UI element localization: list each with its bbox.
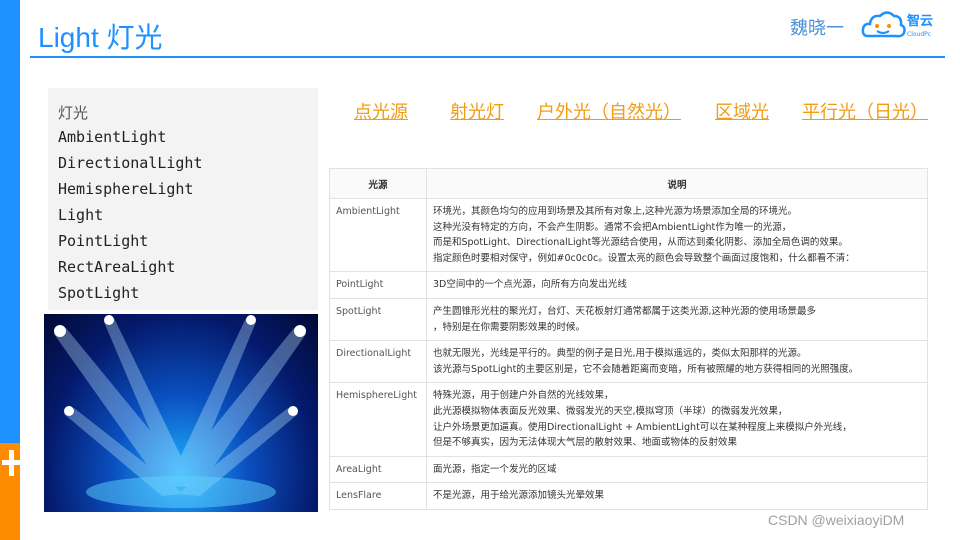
light-types-heading: 灯光 bbox=[58, 104, 89, 122]
description-line: 产生圆锥形光柱的聚光灯，台灯、天花板射灯通常都属于这类光源,这种光源的使用场景最… bbox=[433, 305, 817, 317]
table-row: HemisphereLight 特殊光源，用于创建户外自然的光线效果， 此光源模… bbox=[329, 382, 928, 457]
description-line: 指定颜色时要相对保守，例如#0c0c0c。设置太亮的颜色会导致整个画面过度饱和，… bbox=[433, 252, 855, 264]
menu-item-light: Light bbox=[58, 206, 104, 224]
description-line: 让户外场景更加逼真。使用DirectionalLight + AmbientLi… bbox=[433, 421, 852, 433]
menu-item-hemispherelight: HemisphereLight bbox=[58, 180, 194, 198]
description-line: 也就无限光，光线是平行的。典型的例子是日光,用于模拟遥远的，类似太阳那样的光源。 bbox=[433, 348, 807, 360]
description-line: 特殊光源，用于创建户外自然的光线效果， bbox=[433, 390, 614, 402]
light-name: LensFlare bbox=[329, 482, 427, 510]
nav-link-area-light[interactable]: 区域光 bbox=[715, 98, 769, 124]
description-line: 而是和SpotLight、DirectionalLight等光源结合使用，从而达… bbox=[433, 237, 848, 249]
cloud-logo-icon: 智云 CloudPc bbox=[861, 11, 933, 38]
light-name: AreaLight bbox=[329, 455, 427, 484]
menu-item-spotlight: SpotLight bbox=[58, 284, 140, 302]
watermark: CSDN @weixiaoyiDM bbox=[768, 512, 905, 528]
description-line: 3D空间中的一个点光源，向所有方向发出光线 bbox=[433, 279, 627, 291]
nav-link-outdoor-light[interactable]: 户外光（自然光） bbox=[537, 98, 681, 124]
description-line: 这种光没有特定的方向，不会产生阴影。通常不会把AmbientLight作为唯一的… bbox=[433, 221, 792, 233]
menu-item-pointlight: PointLight bbox=[58, 232, 149, 250]
table-row: PointLight 3D空间中的一个点光源，向所有方向发出光线 bbox=[329, 271, 928, 299]
light-sources-table: 光源 说明 AmbientLight 环境光，其颜色均匀的应用到场景及其所有对象… bbox=[329, 168, 928, 510]
menu-item-ambientlight: AmbientLight bbox=[58, 128, 167, 146]
light-description: 产生圆锥形光柱的聚光灯，台灯、天花板射灯通常都属于这类光源,这种光源的使用场景最… bbox=[426, 297, 928, 342]
logo-text: 智云 bbox=[907, 13, 933, 29]
light-name: AmbientLight bbox=[329, 197, 427, 273]
slide-title: Light 灯光 bbox=[38, 22, 163, 53]
light-description: 面光源，指定一个发光的区域 bbox=[426, 455, 928, 484]
table-row: AmbientLight 环境光，其颜色均匀的应用到场景及其所有对象上,这种光源… bbox=[329, 197, 928, 273]
table-row: DirectionalLight 也就无限光，光线是平行的。典型的例子是日光,用… bbox=[329, 340, 928, 384]
table-row: LensFlare 不是光源，用于给光源添加镜头光晕效果 bbox=[329, 482, 928, 510]
light-description: 也就无限光，光线是平行的。典型的例子是日光,用于模拟遥远的，类似太阳那样的光源。… bbox=[426, 340, 928, 384]
table-row: SpotLight 产生圆锥形光柱的聚光灯，台灯、天花板射灯通常都属于这类光源,… bbox=[329, 297, 928, 342]
light-types-panel: 灯光 AmbientLight DirectionalLight Hemisph… bbox=[48, 88, 318, 310]
stage-spotlights-image bbox=[44, 314, 318, 512]
nav-link-spot-light[interactable]: 射光灯 bbox=[450, 98, 504, 124]
description-line: 该光源与SpotLight的主要区别是，它不会随着距离而变暗，所有被照耀的地方获… bbox=[433, 363, 859, 375]
description-line: 但是不够真实，因为无法体现大气层的散射效果、地面或物体的反射效果 bbox=[433, 437, 738, 449]
description-line: 环境光，其颜色均匀的应用到场景及其所有对象上,这种光源为场景添加全局的环境光。 bbox=[433, 206, 798, 217]
light-description: 3D空间中的一个点光源，向所有方向发出光线 bbox=[426, 271, 928, 299]
light-name: DirectionalLight bbox=[329, 340, 427, 384]
table-header-source: 光源 bbox=[329, 168, 427, 199]
author-name: 魏晓一 bbox=[790, 18, 844, 39]
menu-item-directionallight: DirectionalLight bbox=[58, 154, 203, 172]
title-divider bbox=[30, 56, 945, 58]
nav-link-point-light[interactable]: 点光源 bbox=[354, 98, 408, 124]
light-name: PointLight bbox=[329, 271, 427, 299]
light-description: 特殊光源，用于创建户外自然的光线效果， 此光源模拟物体表面反光效果、微弱发光的天… bbox=[426, 382, 928, 457]
description-line: ，特别是在你需要阴影效果的时候。 bbox=[433, 321, 586, 333]
light-name: SpotLight bbox=[329, 297, 427, 342]
table-row: AreaLight 面光源，指定一个发光的区域 bbox=[329, 455, 928, 484]
light-description: 环境光，其颜色均匀的应用到场景及其所有对象上,这种光源为场景添加全局的环境光。 … bbox=[426, 197, 928, 273]
description-line: 此光源模拟物体表面反光效果、微弱发光的天空,模拟穹顶（半球）的微弱发光效果， bbox=[433, 405, 788, 417]
menu-item-rectarealight: RectAreaLight bbox=[58, 258, 176, 276]
light-name: HemisphereLight bbox=[329, 382, 427, 457]
plus-icon bbox=[2, 450, 20, 476]
description-line: 不是光源，用于给光源添加镜头光晕效果 bbox=[433, 490, 605, 502]
logo-subtext: CloudPc bbox=[907, 31, 931, 38]
description-line: 面光源，指定一个发光的区域 bbox=[433, 463, 557, 475]
nav-link-directional-light[interactable]: 平行光（日光） bbox=[802, 98, 928, 124]
table-header-description: 说明 bbox=[426, 168, 928, 199]
light-description: 不是光源，用于给光源添加镜头光晕效果 bbox=[426, 482, 928, 510]
